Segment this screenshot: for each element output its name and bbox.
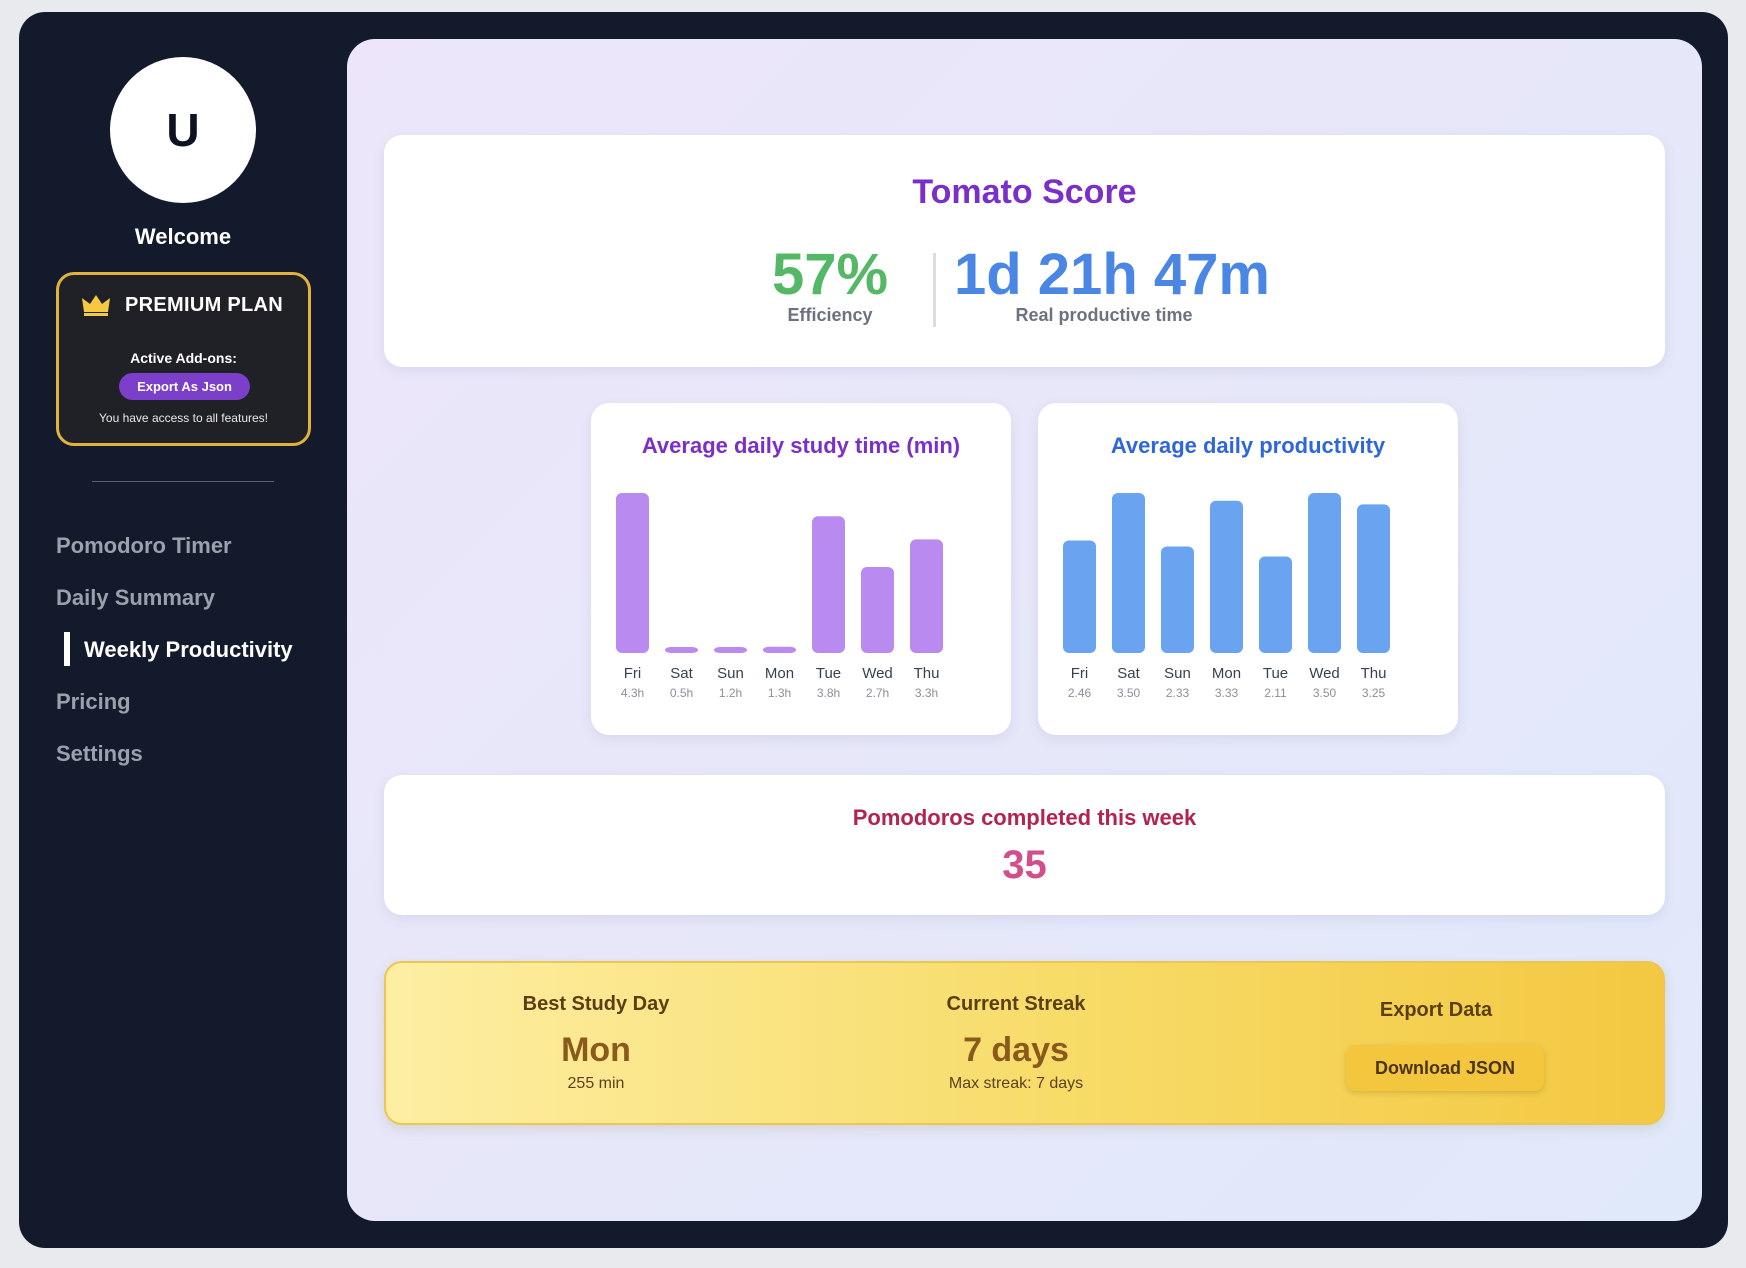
data-label-tue: 2.11 — [1264, 686, 1287, 700]
current-streak-stat: Current Streak 7 days Max streak: 7 days — [806, 963, 1226, 1123]
premium-plan-card: PREMIUM PLAN Active Add-ons: Export As J… — [56, 272, 311, 446]
data-label-fri: 4.3h — [621, 686, 644, 700]
tick-label-mon: Mon — [765, 665, 794, 682]
productive-time-label: Real productive time — [1015, 305, 1193, 325]
tick-label-wed: Wed — [862, 665, 893, 682]
plan-title: PREMIUM PLAN — [125, 293, 284, 316]
plan-header: PREMIUM PLAN — [81, 293, 283, 317]
score-title: Tomato Score — [912, 173, 1137, 211]
bar-sat — [1112, 493, 1145, 653]
bar-mon — [763, 646, 796, 653]
tick-label-thu: Thu — [914, 665, 940, 682]
bar-thu — [910, 539, 943, 653]
bar-wed — [1308, 493, 1341, 653]
tick-label-tue: Tue — [1263, 665, 1288, 682]
data-label-sun: 1.2h — [719, 686, 742, 700]
efficiency-block: 57% Efficiency — [755, 243, 905, 326]
data-label-sat: 0.5h — [670, 686, 693, 700]
best-day-value: Mon — [561, 1031, 631, 1069]
pomodoros-count: 35 — [1002, 843, 1047, 887]
nav-item-settings[interactable]: Settings — [56, 728, 326, 780]
tick-label-thu: Thu — [1361, 665, 1387, 682]
efficiency-value: 57% — [771, 242, 889, 307]
best-day-label: Best Study Day — [522, 993, 670, 1015]
tick-label-sun: Sun — [717, 665, 744, 682]
tick-label-fri: Fri — [624, 665, 642, 682]
tick-label-wed: Wed — [1309, 665, 1340, 682]
crown-icon — [82, 295, 110, 316]
bar-mon — [1210, 500, 1243, 653]
data-label-sat: 3.50 — [1117, 686, 1141, 700]
pomodoros-card: Pomodoros completed this week 35 — [384, 775, 1665, 915]
bar-fri — [1063, 540, 1096, 653]
productive-time-block: 1d 21h 47m Real productive time — [954, 242, 1270, 326]
sidebar-nav: Pomodoro Timer Daily Summary Weekly Prod… — [56, 520, 326, 780]
bar-sat — [665, 647, 698, 653]
tick-label-sat: Sat — [1117, 665, 1140, 682]
tick-label-fri: Fri — [1071, 665, 1089, 682]
streak-value: 7 days — [963, 1031, 1069, 1069]
download-json-button[interactable]: Download JSON — [1346, 1045, 1544, 1091]
tomato-score-card: Tomato Score 57% Efficiency 1d 21h 47m R… — [384, 135, 1665, 367]
data-label-mon: 3.33 — [1215, 686, 1239, 700]
tick-label-sun: Sun — [1164, 665, 1191, 682]
productivity-chart: Fri 2.46 Sat 3.50 Sun 2.33 Mon 3.33 Tue 2.11 Wed 3.… — [1063, 493, 1390, 700]
bar-fri — [616, 493, 649, 653]
data-label-sun: 2.33 — [1166, 686, 1190, 700]
nav-item-weekly-productivity[interactable]: Weekly Productivity — [56, 624, 326, 676]
addon-badge-export-json: Export As Json — [119, 373, 250, 400]
nav-item-pricing[interactable]: Pricing — [56, 676, 326, 728]
sidebar-divider — [92, 481, 274, 482]
welcome-text: Welcome — [134, 224, 232, 249]
best-day-minutes: 255 min — [567, 1075, 625, 1092]
productivity-chart-card: Average daily productivity Fri 2.46 Sat 3.5… — [1038, 403, 1458, 735]
nav-item-daily-summary[interactable]: Daily Summary — [56, 572, 326, 624]
access-note: You have access to all features! — [99, 411, 268, 425]
best-study-day-stat: Best Study Day Mon 255 min — [386, 963, 806, 1123]
data-label-wed: 3.50 — [1313, 686, 1337, 700]
app-window: U Welcome PREMIUM PLAN Active Add-ons: E… — [19, 12, 1728, 1248]
main-content: Tomato Score 57% Efficiency 1d 21h 47m R… — [347, 39, 1702, 1221]
productive-time-value: 1d 21h 47m — [954, 242, 1270, 307]
data-label-thu: 3.25 — [1362, 686, 1386, 700]
bar-tue — [1259, 556, 1292, 653]
data-label-tue: 3.8h — [817, 686, 840, 700]
bar-tue — [812, 516, 845, 653]
export-data-label: Export Data — [1379, 999, 1493, 1021]
bar-wed — [861, 567, 894, 653]
tick-label-mon: Mon — [1212, 665, 1241, 682]
sidebar: U Welcome PREMIUM PLAN Active Add-ons: E… — [19, 12, 347, 1248]
data-label-thu: 3.3h — [915, 686, 938, 700]
export-data-stat: Export Data Download JSON — [1226, 963, 1646, 1123]
study-time-chart-card: Average daily study time (min) Fri 4.3h Sa… — [591, 403, 1011, 735]
tick-label-sat: Sat — [670, 665, 693, 682]
data-label-wed: 2.7h — [866, 686, 889, 700]
tick-label-tue: Tue — [816, 665, 841, 682]
streak-label: Current Streak — [946, 993, 1086, 1015]
weekly-stats-card: Best Study Day Mon 255 min Current Strea… — [384, 961, 1665, 1125]
efficiency-label: Efficiency — [787, 305, 873, 325]
addons-label: Active Add-ons: — [130, 350, 237, 366]
data-label-fri: 2.46 — [1068, 686, 1092, 700]
data-label-mon: 1.3h — [768, 686, 791, 700]
bar-sun — [714, 647, 747, 653]
pomodoros-title: Pomodoros completed this week — [852, 805, 1197, 830]
study-time-chart: Fri 4.3h Sat 0.5h Sun 1.2h Mon 1.3h Tue 3.8h Wed 2.… — [616, 493, 943, 700]
max-streak: Max streak: 7 days — [948, 1075, 1084, 1092]
avatar[interactable]: U — [110, 57, 256, 203]
nav-item-pomodoro-timer[interactable]: Pomodoro Timer — [56, 520, 326, 572]
bar-thu — [1357, 504, 1390, 653]
bar-sun — [1161, 546, 1194, 653]
score-separator — [933, 253, 936, 327]
